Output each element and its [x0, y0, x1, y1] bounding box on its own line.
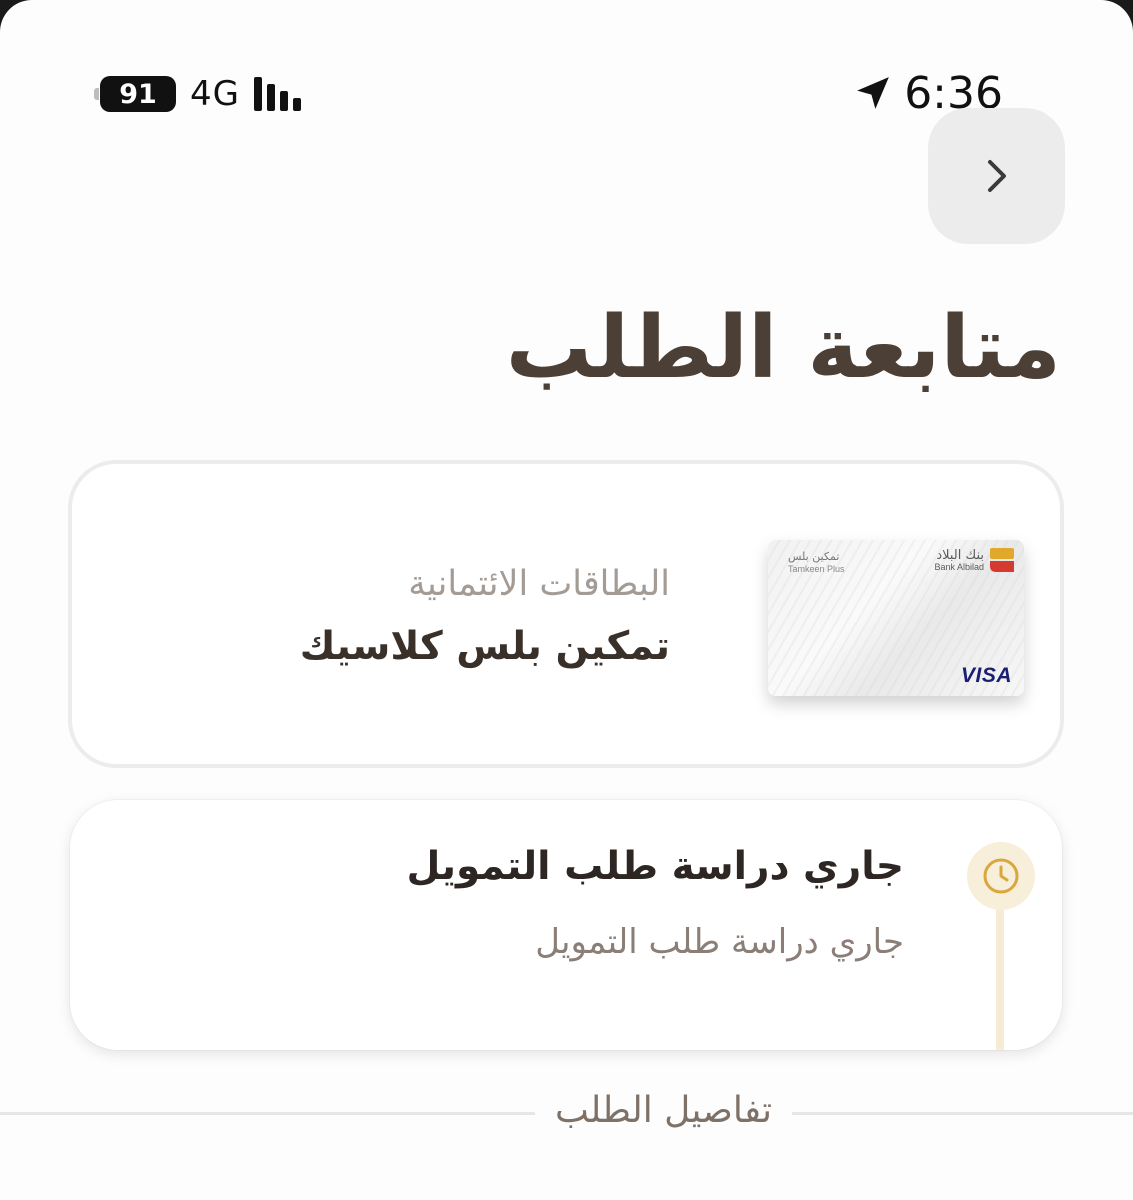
battery-indicator: 91 [94, 76, 176, 112]
card-product-ar: تمكين بلس [788, 550, 840, 563]
visa-logo: VISA [960, 664, 1012, 687]
bank-name-en: Bank Albilad [934, 561, 984, 572]
bank-albilad-logo: بنك البلاد Bank Albilad [934, 548, 1014, 572]
product-name: تمكين بلس كلاسيك [299, 624, 670, 669]
card-product-en: Tamkeen Plus [788, 564, 845, 574]
screen: 91 4G 6:36 متابعة الطلب بنك البلاد Bank … [0, 0, 1133, 1200]
status-bar-left: 91 4G [94, 72, 301, 116]
location-arrow-icon [857, 77, 890, 109]
status-title: جاري دراسة طلب التمويل [406, 844, 904, 889]
timeline-step [967, 842, 1035, 910]
section-heading-request-details: تفاصيل الطلب [554, 1090, 773, 1131]
back-button[interactable] [928, 108, 1065, 244]
bank-name-ar: بنك البلاد [936, 547, 984, 563]
clock-icon [983, 858, 1019, 894]
divider [0, 1112, 535, 1115]
request-status-card: جاري دراسة طلب التمويل جاري دراسة طلب ال… [70, 800, 1062, 1050]
page-title: متابعة الطلب [505, 298, 1061, 398]
status-description: جاري دراسة طلب التمويل [535, 922, 904, 962]
signal-icon [253, 77, 301, 111]
credit-card-image: بنك البلاد Bank Albilad تمكين بلس Tamkee… [768, 540, 1024, 696]
divider [792, 1112, 1133, 1115]
product-card[interactable]: بنك البلاد Bank Albilad تمكين بلس Tamkee… [68, 460, 1064, 768]
chevron-right-icon [987, 160, 1006, 192]
timeline-line [996, 890, 1004, 1050]
bank-logo-mark-icon [990, 548, 1014, 572]
battery-level: 91 [119, 78, 157, 110]
network-type: 4G [190, 74, 240, 114]
product-category: البطاقات الائتمانية [408, 564, 670, 604]
